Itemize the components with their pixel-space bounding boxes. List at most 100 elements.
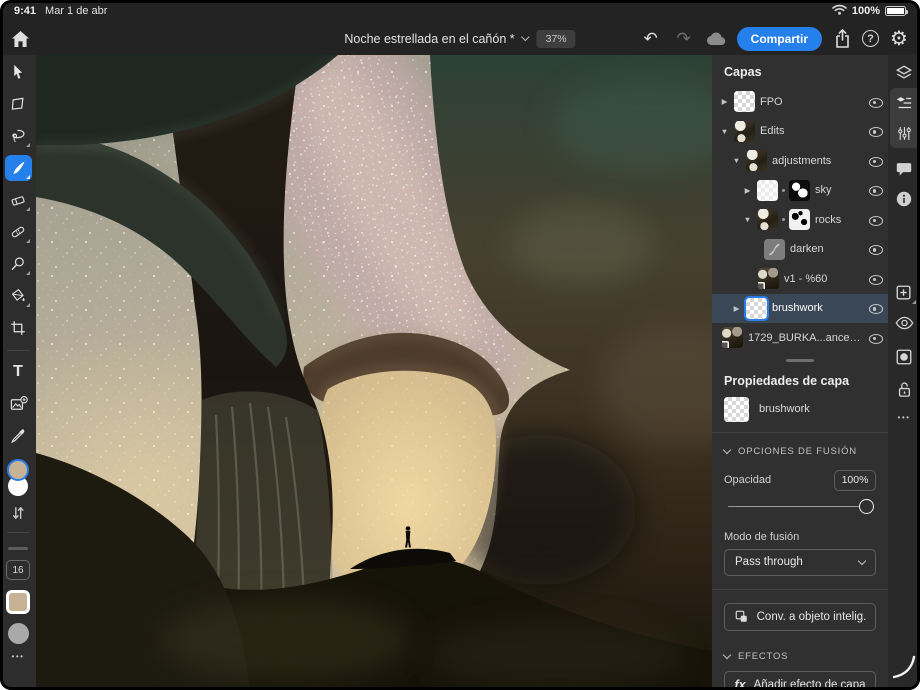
layer-row-darken[interactable]: darken <box>712 235 888 265</box>
layer-thumbnail[interactable] <box>746 298 767 319</box>
add-effect-label: Añadir efecto de capa <box>754 679 866 690</box>
adjustment-curves-thumbnail[interactable] <box>764 239 785 260</box>
tool-options-drag-handle[interactable] <box>8 547 28 550</box>
layer-properties-panel-button[interactable] <box>894 93 914 113</box>
healing-brush-tool[interactable] <box>5 219 32 245</box>
visibility-eye-icon[interactable] <box>868 154 882 168</box>
home-button[interactable] <box>7 27 33 51</box>
zoom-tool[interactable] <box>5 251 32 277</box>
visibility-eye-icon[interactable] <box>868 272 882 286</box>
place-photo-tool[interactable] <box>5 391 32 417</box>
foreground-color-well[interactable] <box>7 459 29 481</box>
layer-row-v1[interactable]: v1 - %60 <box>712 264 888 294</box>
smart-object-thumbnail[interactable] <box>722 327 743 348</box>
canvas[interactable] <box>36 55 712 690</box>
visibility-eye-icon[interactable] <box>868 242 882 256</box>
smart-object-thumbnail[interactable] <box>758 268 779 289</box>
layer-row-fpo[interactable]: ▶ FPO <box>712 87 888 117</box>
expander-collapsed-icon[interactable]: ▶ <box>732 304 741 313</box>
document-title-group[interactable]: Noche estrellada en el cañón * 37% <box>344 22 575 55</box>
blend-mode-label: Modo de fusión <box>712 523 888 549</box>
chevron-down-icon <box>521 33 529 41</box>
type-tool-glyph: T <box>13 363 23 381</box>
layer-row-edits[interactable]: ▼ Edits <box>712 117 888 147</box>
layer-thumbnail[interactable] <box>757 209 778 230</box>
section-label: OPCIONES DE FUSIÓN <box>738 446 857 457</box>
visibility-eye-icon[interactable] <box>868 183 882 197</box>
layer-row-sky[interactable]: ▶ sky <box>712 176 888 206</box>
export-share-icon[interactable] <box>829 26 855 52</box>
selected-layer-name: brushwork <box>759 403 810 415</box>
comments-button[interactable] <box>894 159 914 179</box>
add-layer-button[interactable] <box>894 283 914 303</box>
brush-color-swatch[interactable] <box>6 590 30 614</box>
layer-thumbnail[interactable] <box>734 91 755 112</box>
layer-thumbnail[interactable] <box>757 180 778 201</box>
opacity-slider[interactable] <box>728 497 872 517</box>
move-tool[interactable] <box>5 59 32 85</box>
crop-tool[interactable] <box>5 315 32 341</box>
expander-expanded-icon[interactable]: ▼ <box>743 215 752 224</box>
swap-colors-button[interactable] <box>5 503 32 523</box>
layer-thumbnail[interactable] <box>734 121 755 142</box>
visibility-eye-icon[interactable] <box>868 124 882 138</box>
brush-opacity-button[interactable] <box>8 623 29 644</box>
fill-bucket-tool[interactable] <box>5 283 32 309</box>
divider <box>712 589 888 590</box>
info-button[interactable] <box>894 189 914 209</box>
tool-rail: T 16 ••• <box>0 55 36 690</box>
panel-resize-handle[interactable] <box>786 359 814 362</box>
brush-tool-selected[interactable] <box>5 155 32 181</box>
expander-expanded-icon[interactable]: ▼ <box>720 127 729 136</box>
eyedropper-tool[interactable] <box>5 423 32 449</box>
layer-more-options-button[interactable]: ••• <box>888 413 920 422</box>
effects-section-header[interactable]: EFECTOS <box>712 631 888 671</box>
share-button[interactable]: Compartir <box>737 27 822 51</box>
layer-mask-thumbnail[interactable] <box>789 209 810 230</box>
blend-mode-dropdown[interactable]: Pass through <box>724 549 876 576</box>
layer-row-brushwork-selected[interactable]: ▶ brushwork <box>712 294 888 324</box>
transform-tool[interactable] <box>5 91 32 117</box>
lock-layer-button[interactable] <box>894 379 914 399</box>
adjustments-panel-button[interactable] <box>894 123 914 143</box>
color-wells[interactable] <box>5 459 31 497</box>
zoom-level-badge[interactable]: 37% <box>537 30 576 48</box>
mask-link-dot <box>782 218 785 221</box>
layer-mask-button[interactable] <box>894 347 914 367</box>
visibility-eye-icon[interactable] <box>868 95 882 109</box>
layer-visibility-button[interactable] <box>894 313 914 333</box>
cloud-sync-icon[interactable] <box>704 26 730 52</box>
layer-name: adjustments <box>772 155 863 167</box>
add-layer-effect-button[interactable]: fx Añadir efecto de capa <box>724 671 876 690</box>
eraser-tool[interactable] <box>5 187 32 213</box>
redo-button[interactable]: ↷ <box>671 26 697 52</box>
layer-thumbnail[interactable] <box>746 150 767 171</box>
wifi-icon <box>832 4 847 18</box>
brush-color-inner <box>9 593 27 611</box>
type-tool[interactable]: T <box>5 359 32 385</box>
blend-options-section-header[interactable]: OPCIONES DE FUSIÓN <box>712 433 888 466</box>
help-button[interactable]: ? <box>862 30 879 47</box>
expander-collapsed-icon[interactable]: ▶ <box>743 186 752 195</box>
settings-gear-button[interactable]: ⚙ <box>886 26 912 52</box>
tool-options-more-button[interactable]: ••• <box>12 652 25 661</box>
opacity-value-field[interactable]: 100% <box>834 470 876 491</box>
status-date: Mar 1 de abr <box>45 5 107 17</box>
layer-mask-thumbnail[interactable] <box>789 180 810 201</box>
visibility-eye-icon[interactable] <box>868 301 882 315</box>
lasso-select-tool[interactable] <box>5 123 32 149</box>
expander-collapsed-icon[interactable]: ▶ <box>720 97 729 106</box>
chevron-down-icon <box>723 446 731 454</box>
chevron-down-icon <box>723 651 731 659</box>
brush-size-field[interactable]: 16 <box>6 560 30 580</box>
layers-panel-button[interactable] <box>894 63 914 83</box>
layer-row-adjustments[interactable]: ▼ adjustments <box>712 146 888 176</box>
visibility-eye-icon[interactable] <box>868 331 882 345</box>
undo-button[interactable]: ↶ <box>638 26 664 52</box>
expander-expanded-icon[interactable]: ▼ <box>732 156 741 165</box>
convert-smart-object-button[interactable]: Conv. a objeto intelig. <box>724 603 876 631</box>
slider-knob[interactable] <box>859 499 874 514</box>
visibility-eye-icon[interactable] <box>868 213 882 227</box>
layer-row-background[interactable]: 1729_BURKA...anced-NR33 <box>712 323 888 353</box>
layer-row-rocks[interactable]: ▼ rocks <box>712 205 888 235</box>
